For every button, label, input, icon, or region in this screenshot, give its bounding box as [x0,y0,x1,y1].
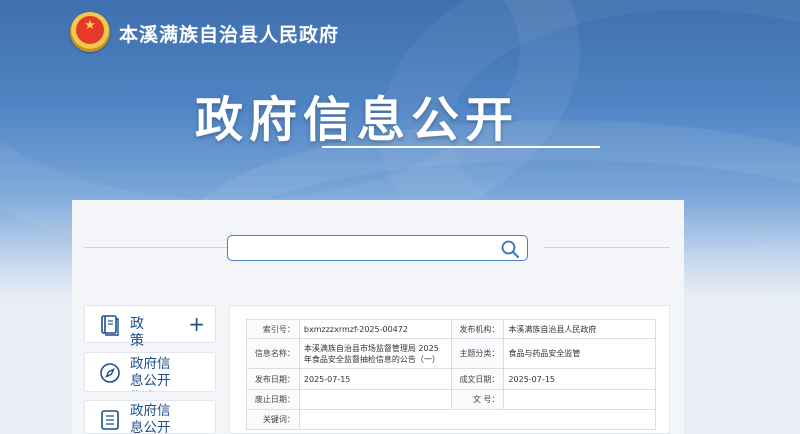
publish-date-value: 2025-07-15 [298,368,452,390]
main-panel: 政 策 + 政府信息公开指南 政府信息公开制度 索引号： bxmzzzxrmzf… [72,200,684,434]
metadata-table: 索引号： bxmzzzxrmzf-2025-00472 发布机构： 本溪满族自治… [246,319,657,430]
expiry-date-label: 废止日期： [246,389,300,410]
page-title: 政府信息公开 [195,92,520,148]
info-name-value: 本溪满族自治县市场监督管理局 2025年食品安全监督抽检信息的公告（一） [298,338,452,369]
written-date-label: 成文日期： [450,368,505,390]
sidebar-item-regulations[interactable]: 政府信息公开制度 [84,400,216,434]
table-row: 信息名称： 本溪满族自治县市场监督管理局 2025年食品安全监督抽检信息的公告（… [246,338,656,369]
sidebar-item-policy[interactable]: 政 策 + [84,305,216,349]
expiry-date-value [298,389,452,410]
plus-icon[interactable]: + [188,312,205,336]
index-number-value: bxmzzzxrmzf-2025-00472 [298,319,452,339]
info-card: 索引号： bxmzzzxrmzf-2025-00472 发布机构： 本溪满族自治… [229,305,670,434]
document-number-value [503,389,656,410]
topic-value: 食品与药品安全监管 [503,338,656,369]
document-number-label: 文 号： [450,389,505,410]
sidebar-item-guide[interactable]: 政府信息公开指南 [84,352,216,392]
compass-icon [100,363,120,383]
search-input[interactable] [236,239,496,257]
divider [544,247,670,248]
keywords-value [298,409,657,430]
title-underline [322,146,600,148]
search-icon[interactable] [500,239,520,259]
table-row: 发布日期： 2025-07-15 成文日期： 2025-07-15 [246,368,656,390]
written-date-value: 2025-07-15 [503,368,656,390]
table-row: 废止日期： 文 号： [246,389,656,410]
topic-label: 主题分类： [450,338,505,369]
search-box [227,235,528,261]
publish-date-label: 发布日期： [246,368,300,390]
list-doc-icon [101,410,119,430]
publisher-value: 本溪满族自治县人民政府 [503,319,656,339]
site-name[interactable]: 本溪满族自治县人民政府 [119,20,339,47]
keywords-label: 关键词： [246,409,300,430]
publisher-label: 发布机构： [450,319,505,339]
table-row: 索引号： bxmzzzxrmzf-2025-00472 发布机构： 本溪满族自治… [246,319,656,339]
info-name-label: 信息名称： [246,338,300,369]
index-number-label: 索引号： [246,319,300,339]
book-icon [101,315,119,336]
national-emblem-icon[interactable] [70,12,110,52]
sidebar-item-label: 政府信息公开制度 [130,403,171,434]
sidebar-item-label: 政府信息公开指南 [130,356,171,391]
table-row: 关键词： [246,409,657,430]
